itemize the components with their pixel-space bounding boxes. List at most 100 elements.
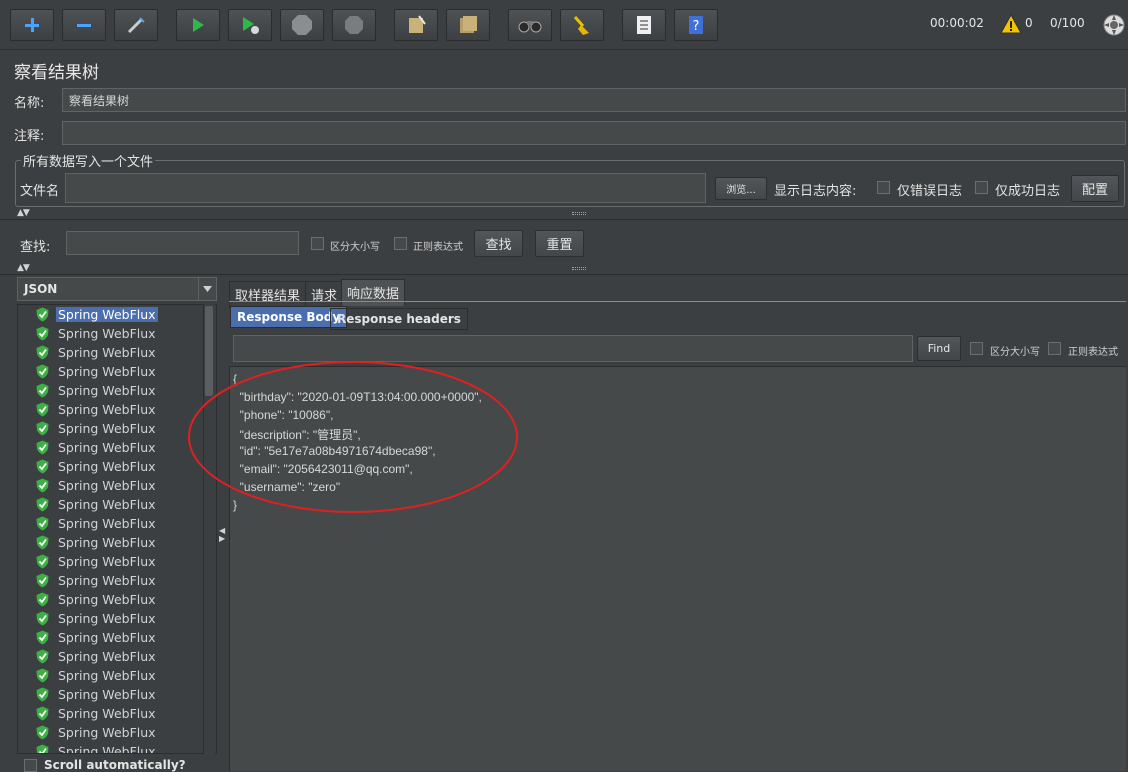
start-no-pause-icon (243, 17, 259, 34)
scroll-auto-label: Scroll automatically? (44, 758, 186, 772)
log-content-label: 显示日志内容: (774, 184, 857, 199)
split-grip[interactable] (572, 212, 586, 215)
tree-item[interactable]: Spring WebFlux (36, 476, 158, 495)
reset-search-button[interactable] (560, 9, 604, 41)
renderer-dropdown-button[interactable] (198, 278, 216, 300)
tree-item[interactable]: Spring WebFlux (36, 552, 158, 571)
tree-item[interactable]: Spring WebFlux (36, 723, 158, 742)
success-shield-icon (36, 630, 49, 645)
thread-count: 0/100 (1050, 16, 1085, 30)
tree-item[interactable]: Spring WebFlux (36, 305, 158, 324)
start-icon (193, 18, 204, 32)
tree-item[interactable]: Spring WebFlux (36, 457, 158, 476)
tab-request[interactable]: 请求 (305, 281, 344, 308)
renderer-select[interactable]: JSON (17, 277, 217, 301)
file-name-input[interactable] (65, 173, 706, 203)
name-label: 名称: (14, 96, 45, 111)
start-no-pause-button[interactable] (228, 9, 272, 41)
response-regex-checkbox[interactable] (1048, 342, 1061, 355)
remote-status-icon[interactable] (1103, 14, 1125, 36)
divider (0, 219, 1128, 220)
renderer-value: JSON (24, 282, 58, 296)
tree-item-label: Spring WebFlux (58, 668, 156, 683)
shutdown-button[interactable] (332, 9, 376, 41)
tree-item[interactable]: Spring WebFlux (36, 362, 158, 381)
success-shield-icon (36, 459, 49, 474)
file-group-title: 所有数据写入一个文件 (21, 151, 156, 170)
split-grip[interactable] (572, 267, 586, 270)
start-button[interactable] (176, 9, 220, 41)
search-regex-checkbox[interactable] (394, 237, 407, 250)
warning-icon[interactable] (1000, 14, 1022, 34)
tree-item[interactable]: Spring WebFlux (36, 343, 158, 362)
success-shield-icon (36, 497, 49, 512)
tree-item-label: Spring WebFlux (58, 573, 156, 588)
collapse-arrows[interactable]: ▲▼ (17, 208, 30, 218)
stop-icon (292, 15, 312, 35)
stop-button[interactable] (280, 9, 324, 41)
clear-button[interactable] (394, 9, 438, 41)
tree-item[interactable]: Spring WebFlux (36, 742, 158, 754)
response-find-button[interactable]: Find (917, 336, 961, 361)
vertical-splitter[interactable]: ◀ ▶ (219, 277, 227, 771)
tree-item[interactable]: Spring WebFlux (36, 571, 158, 590)
search-button[interactable] (508, 9, 552, 41)
help-button[interactable]: ? (674, 9, 718, 41)
tree-item[interactable]: Spring WebFlux (36, 590, 158, 609)
response-regex-label: 正则表达式 (1068, 347, 1118, 358)
success-shield-icon (36, 592, 49, 607)
toggle-button[interactable] (114, 9, 158, 41)
tab-sampler-result[interactable]: 取样器结果 (229, 281, 307, 308)
wand-icon (127, 17, 145, 34)
comment-input[interactable] (62, 121, 1126, 145)
success-shield-icon (36, 364, 49, 379)
tree-item[interactable]: Spring WebFlux (36, 533, 158, 552)
tree-item[interactable]: Spring WebFlux (36, 324, 158, 343)
browse-button[interactable]: 浏览... (715, 177, 767, 200)
search-case-checkbox[interactable] (311, 237, 324, 250)
add-button[interactable] (10, 9, 54, 41)
tree-item-label: Spring WebFlux (58, 402, 156, 417)
tree-item[interactable]: Spring WebFlux (36, 419, 158, 438)
tab-underline (229, 301, 1126, 302)
find-button[interactable]: 查找 (474, 230, 523, 257)
name-input[interactable] (62, 88, 1126, 112)
tree-item[interactable]: Spring WebFlux (36, 666, 158, 685)
success-shield-icon (36, 744, 49, 753)
tree-item-label: Spring WebFlux (58, 345, 156, 360)
tree-item-label: Spring WebFlux (58, 744, 156, 754)
tree-item[interactable]: Spring WebFlux (36, 628, 158, 647)
tree-item[interactable]: Spring WebFlux (36, 381, 158, 400)
clear-all-button[interactable] (446, 9, 490, 41)
splitter-arrows[interactable]: ◀ ▶ (219, 527, 227, 543)
tree-item[interactable]: Spring WebFlux (36, 400, 158, 419)
tree-item-label: Spring WebFlux (58, 687, 156, 702)
reset-button[interactable]: 重置 (535, 230, 584, 257)
function-helper-button[interactable] (622, 9, 666, 41)
success-only-checkbox[interactable] (975, 181, 988, 194)
errors-only-checkbox[interactable] (877, 181, 890, 194)
tree-item[interactable]: Spring WebFlux (36, 514, 158, 533)
tree-item-label: Spring WebFlux (58, 706, 156, 721)
remove-button[interactable] (62, 9, 106, 41)
collapse-arrows[interactable]: ▲▼ (17, 263, 30, 273)
help-icon: ? (689, 16, 703, 34)
tree-item-label: Spring WebFlux (58, 459, 156, 474)
panel-title: 察看结果树 (14, 63, 99, 83)
success-shield-icon (36, 345, 49, 360)
tree-item[interactable]: Spring WebFlux (36, 609, 158, 628)
tree-item[interactable]: Spring WebFlux (36, 495, 158, 514)
tree-item-label: Spring WebFlux (58, 630, 156, 645)
tree-item[interactable]: Spring WebFlux (36, 685, 158, 704)
search-icon (518, 21, 542, 33)
shutdown-icon (345, 16, 363, 34)
tree-item[interactable]: Spring WebFlux (36, 647, 158, 666)
success-shield-icon (36, 535, 49, 550)
tree-item[interactable]: Spring WebFlux (36, 438, 158, 457)
search-input[interactable] (66, 231, 299, 255)
configure-button[interactable]: 配置 (1071, 175, 1119, 202)
scroll-auto-checkbox[interactable] (24, 759, 37, 772)
tree-item[interactable]: Spring WebFlux (36, 704, 158, 723)
tab-response-headers[interactable]: Response headers (330, 308, 468, 330)
response-case-checkbox[interactable] (970, 342, 983, 355)
